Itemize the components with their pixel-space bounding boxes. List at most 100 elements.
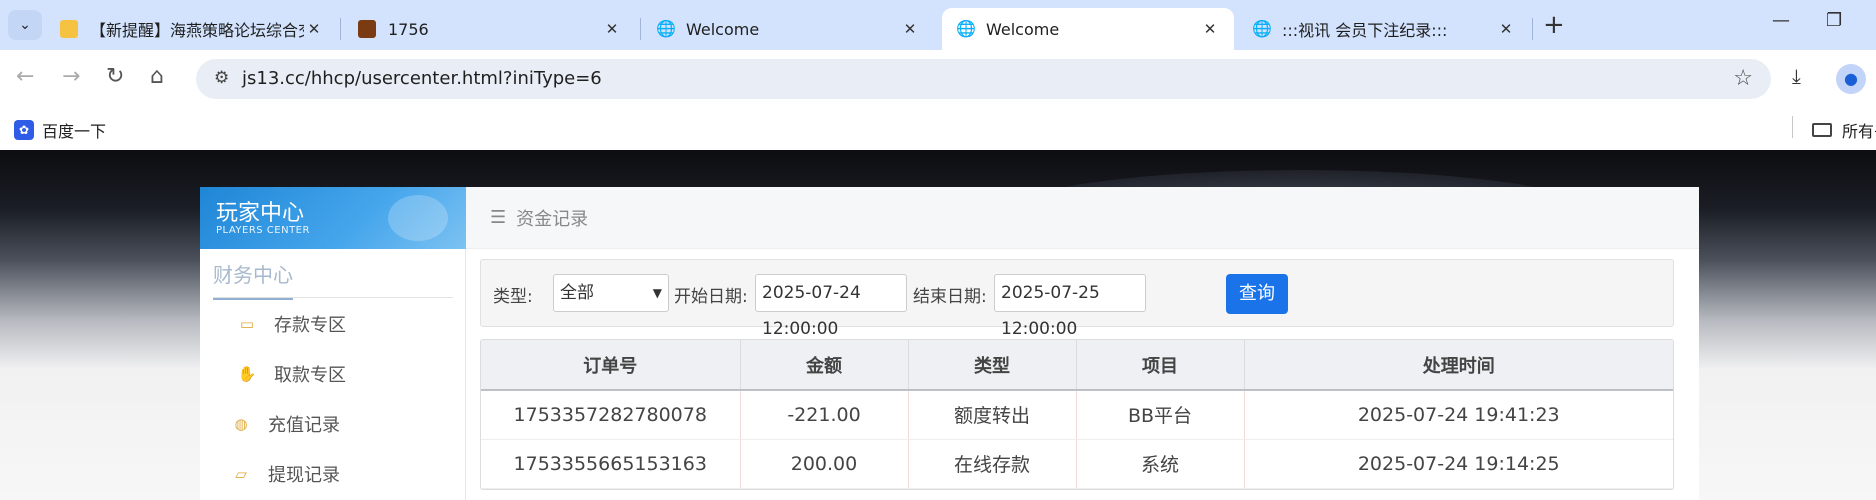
address-toolbar: ← → ↻ ⌂ ⚙ js13.cc/hhcp/usercenter.html?i…: [0, 50, 1876, 110]
site-info-icon[interactable]: ⚙: [214, 68, 229, 88]
tab-title: Welcome: [986, 19, 1060, 39]
tab-1[interactable]: 【新提醒】海燕策略论坛综合交 ✕: [46, 8, 338, 50]
restore-icon[interactable]: ❐: [1826, 10, 1842, 31]
cell-type: 额度转出: [908, 390, 1077, 440]
type-select[interactable]: 全部 ▼: [553, 274, 669, 312]
minimize-icon[interactable]: —: [1772, 10, 1790, 31]
all-bookmarks-folder[interactable]: 所有书签: [1812, 118, 1876, 142]
chevron-down-icon: ⌄: [19, 17, 31, 33]
fund-records-table: 订单号 金额 类型 项目 处理时间 1753357282780078 -221.…: [480, 339, 1674, 490]
tab-title: 1756: [388, 19, 429, 39]
sidebar-item-withdraw-records[interactable]: ▱ 提现记录: [230, 461, 340, 487]
players-center-logo: 玩家中心 PLAYERS CENTER: [200, 187, 466, 249]
cell-type: 在线存款: [908, 439, 1077, 489]
cell-time: 2025-07-24 19:14:25: [1244, 439, 1673, 489]
bookmark-bar: ✿ 百度一下 所有书签: [0, 110, 1876, 150]
folder-icon: [1812, 123, 1832, 137]
cell-amount: -221.00: [740, 390, 909, 440]
globe-icon: 🌐: [1252, 19, 1272, 38]
logo-title-cn: 玩家中心: [216, 201, 305, 226]
close-icon[interactable]: ✕: [900, 20, 920, 38]
end-date-label: 结束日期:: [913, 287, 987, 307]
breadcrumb: ☰ 资金记录: [466, 187, 1699, 249]
bookmark-label: 百度一下: [42, 122, 107, 141]
filter-bar: 类型: 全部 ▼ 开始日期: 2025-07-24 12:00:00 结束日期:…: [480, 259, 1674, 339]
sidebar-item-recharge-records[interactable]: ◍ 充值记录: [230, 411, 340, 437]
cell-time: 2025-07-24 19:41:23: [1244, 390, 1673, 440]
card-icon: ▭: [239, 315, 255, 333]
tab-divider: [640, 18, 641, 40]
hand-coin-icon: ✋: [237, 365, 257, 383]
table-row[interactable]: 1753355665153163 200.00 在线存款 系统 2025-07-…: [481, 439, 1673, 489]
type-label: 类型:: [493, 287, 533, 307]
download-icon[interactable]: ⤓: [1792, 64, 1801, 88]
tab-divider: [1532, 18, 1533, 40]
table-row[interactable]: 1753357282780078 -221.00 额度转出 BB平台 2025-…: [481, 390, 1673, 440]
cell-item: 系统: [1076, 439, 1245, 489]
sidebar: 玩家中心 PLAYERS CENTER 财务中心 ▭ 存款专区 ✋ 取款专区 ◍…: [200, 187, 466, 500]
sidebar-item-label: 提现记录: [268, 465, 340, 486]
type-select-value: 全部: [560, 283, 594, 303]
header-time[interactable]: 处理时间: [1244, 340, 1673, 391]
bookmark-divider: [1792, 116, 1793, 138]
start-date-input[interactable]: 2025-07-24 12:00:00: [755, 274, 907, 339]
header-type[interactable]: 类型: [908, 340, 1077, 391]
tab-divider: [340, 18, 341, 40]
cell-amount: 200.00: [740, 439, 909, 489]
tab-strip: ⌄ 【新提醒】海燕策略论坛综合交 ✕ 1756 ✕ 🌐 Welcome ✕ 🌐 …: [0, 0, 1876, 50]
user-center-panel: 玩家中心 PLAYERS CENTER 财务中心 ▭ 存款专区 ✋ 取款专区 ◍…: [200, 187, 1699, 500]
query-button[interactable]: 查询: [1226, 274, 1288, 314]
tab-3[interactable]: 🌐 Welcome ✕: [642, 8, 934, 50]
forward-arrow-icon[interactable]: →: [62, 64, 80, 89]
end-date-input[interactable]: 2025-07-25 12:00:00: [994, 274, 1146, 339]
cell-item: BB平台: [1076, 390, 1245, 440]
finance-center-title: 财务中心: [213, 259, 293, 300]
section-divider: [213, 297, 453, 298]
breadcrumb-label: 资金记录: [516, 208, 589, 230]
header-item[interactable]: 项目: [1076, 340, 1245, 391]
back-arrow-icon[interactable]: ←: [16, 64, 34, 89]
sidebar-item-deposit[interactable]: ▭ 存款专区: [236, 311, 346, 337]
tab-title: :::视讯 会员下注纪录:::: [1282, 21, 1448, 40]
logo-title-en: PLAYERS CENTER: [216, 225, 310, 236]
sidebar-item-label: 取款专区: [274, 365, 346, 386]
tab-5[interactable]: 🌐 :::视讯 会员下注纪录::: ✕: [1238, 8, 1530, 50]
tab-2[interactable]: 1756 ✕: [344, 8, 636, 50]
sidebar-item-label: 充值记录: [268, 415, 340, 436]
yellow-badge-icon: [60, 20, 78, 38]
close-icon[interactable]: ✕: [602, 20, 622, 38]
header-amount[interactable]: 金额: [740, 340, 909, 391]
chevron-down-icon: ▼: [652, 286, 662, 300]
close-icon[interactable]: ✕: [1496, 20, 1516, 38]
globe-icon: 🌐: [656, 19, 676, 38]
menu-bars-icon: ☰: [490, 207, 507, 228]
reload-icon[interactable]: ↻: [106, 64, 124, 89]
close-icon[interactable]: ✕: [1200, 20, 1220, 38]
new-tab-icon[interactable]: +: [1543, 10, 1565, 40]
cell-order-no: 1753355665153163: [481, 439, 741, 489]
sidebar-item-withdraw[interactable]: ✋ 取款专区: [236, 361, 346, 387]
globe-icon: 🌐: [956, 19, 976, 38]
close-icon[interactable]: ✕: [304, 20, 324, 38]
header-order-no[interactable]: 订单号: [481, 340, 741, 391]
tab-title: 【新提醒】海燕策略论坛综合交: [90, 21, 304, 40]
profile-avatar-icon[interactable]: ●: [1836, 64, 1866, 94]
address-bar[interactable]: ⚙ js13.cc/hhcp/usercenter.html?iniType=6…: [196, 59, 1771, 99]
paw-icon: ✿: [14, 120, 34, 140]
game-badge-icon: [358, 20, 376, 38]
url-text[interactable]: js13.cc/hhcp/usercenter.html?iniType=6: [242, 68, 602, 89]
tab-4-active[interactable]: 🌐 Welcome ✕: [942, 8, 1234, 50]
bookmark-baidu[interactable]: ✿ 百度一下: [14, 118, 106, 142]
tab-search-button[interactable]: ⌄: [8, 10, 42, 40]
table-header-row: 订单号 金额 类型 项目 处理时间: [481, 340, 1673, 391]
all-bookmarks-label: 所有书签: [1842, 122, 1876, 141]
page-viewport: 玩家中心 PLAYERS CENTER 财务中心 ▭ 存款专区 ✋ 取款专区 ◍…: [0, 150, 1876, 500]
home-icon[interactable]: ⌂: [150, 64, 164, 89]
bookmark-star-icon[interactable]: ☆: [1733, 66, 1753, 91]
tab-title: Welcome: [686, 19, 760, 39]
start-date-label: 开始日期:: [674, 287, 748, 307]
wallet-icon: ▱: [235, 465, 247, 483]
gamepad-icon: [388, 195, 448, 241]
sidebar-item-label: 存款专区: [274, 315, 346, 336]
main-content: ☰ 资金记录 类型: 全部 ▼ 开始日期: 2025-07-24 12:00:0…: [466, 187, 1699, 500]
